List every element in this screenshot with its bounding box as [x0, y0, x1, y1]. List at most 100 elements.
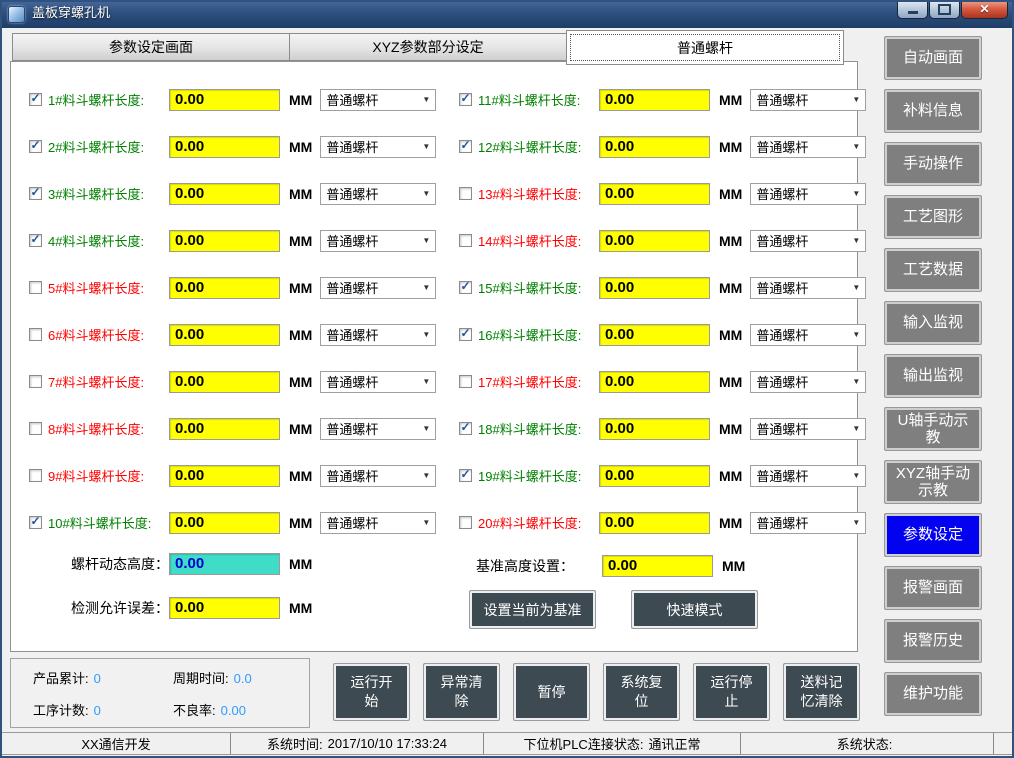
hopper-14-screw-type-select[interactable]: 普通螺杆▼	[750, 230, 866, 252]
sidebar-u-axis-manual-teach[interactable]: U轴手动示 教	[884, 407, 982, 451]
status-bar: XX通信开发 系统时间: 2017/10/10 17:33:24 下位机PLC连…	[2, 732, 1012, 755]
hopper-12-length-input[interactable]: 0.00	[599, 136, 710, 158]
screw-type-value: 普通螺杆	[751, 90, 808, 109]
abnormal-clear-button[interactable]: 异常清 除	[423, 663, 500, 721]
hopper-11-checkbox[interactable]: ✓	[459, 93, 472, 106]
hopper-19-length-input[interactable]: 0.00	[599, 465, 710, 487]
hopper-8-checkbox[interactable]	[29, 422, 42, 435]
hopper-19-checkbox[interactable]: ✓	[459, 469, 472, 482]
hopper-10-checkbox[interactable]: ✓	[29, 516, 42, 529]
tab-label: 参数设定画面	[109, 37, 193, 57]
hopper-5-screw-type-select[interactable]: 普通螺杆▼	[320, 277, 436, 299]
close-button[interactable]: ✕	[961, 0, 1008, 19]
sidebar-refill-info[interactable]: 补料信息	[884, 89, 982, 133]
feed-memory-clear-button[interactable]: 送料记 忆清除	[783, 663, 860, 721]
hopper-16-checkbox[interactable]: ✓	[459, 328, 472, 341]
sidebar-input-monitor[interactable]: 输入监视	[884, 301, 982, 345]
hopper-6-length-input[interactable]: 0.00	[169, 324, 280, 346]
hopper-1-checkbox[interactable]: ✓	[29, 93, 42, 106]
hopper-10-length-input[interactable]: 0.00	[169, 512, 280, 534]
hopper-9-screw-type-select[interactable]: 普通螺杆▼	[320, 465, 436, 487]
base-height-input[interactable]: 0.00	[602, 555, 713, 577]
hopper-13-length-input[interactable]: 0.00	[599, 183, 710, 205]
sidebar-xyz-axis-manual-teach[interactable]: XYZ轴手动 示教	[884, 460, 982, 504]
hopper-5-checkbox[interactable]	[29, 281, 42, 294]
hopper-17-screw-type-select[interactable]: 普通螺杆▼	[750, 371, 866, 393]
hopper-12-screw-type-select[interactable]: 普通螺杆▼	[750, 136, 866, 158]
hopper-8-screw-type-select[interactable]: 普通螺杆▼	[320, 418, 436, 440]
run-start-button[interactable]: 运行开 始	[333, 663, 410, 721]
hopper-1-length-input[interactable]: 0.00	[169, 89, 280, 111]
parameter-panel: ✓1#料斗螺杆长度:0.00MM普通螺杆▼✓2#料斗螺杆长度:0.00MM普通螺…	[10, 61, 858, 652]
hopper-2-length-input[interactable]: 0.00	[169, 136, 280, 158]
minimize-button[interactable]	[897, 0, 928, 19]
hopper-15-screw-type-select[interactable]: 普通螺杆▼	[750, 277, 866, 299]
hopper-10-screw-type-select[interactable]: 普通螺杆▼	[320, 512, 436, 534]
hopper-20-checkbox[interactable]	[459, 516, 472, 529]
hopper-17-length-input[interactable]: 0.00	[599, 371, 710, 393]
hopper-16-length-input[interactable]: 0.00	[599, 324, 710, 346]
hopper-7-length-input[interactable]: 0.00	[169, 371, 280, 393]
hopper-2-screw-type-select[interactable]: 普通螺杆▼	[320, 136, 436, 158]
sidebar-auto-screen[interactable]: 自动画面	[884, 36, 982, 80]
hopper-20-length-input[interactable]: 0.00	[599, 512, 710, 534]
vendor-text: XX通信开发	[81, 734, 150, 753]
sidebar-alarm-history[interactable]: 报警历史	[884, 619, 982, 663]
unit-label: MM	[289, 515, 312, 531]
run-stop-button[interactable]: 运行停 止	[693, 663, 770, 721]
sidebar-process-data[interactable]: 工艺数据	[884, 248, 982, 292]
hopper-6-checkbox[interactable]	[29, 328, 42, 341]
fast-mode-button[interactable]: 快速模式	[631, 590, 758, 629]
sidebar-process-graphics[interactable]: 工艺图形	[884, 195, 982, 239]
screw-type-value: 普通螺杆	[321, 419, 378, 438]
hopper-12-checkbox[interactable]: ✓	[459, 140, 472, 153]
tab-xyz-parameter-setting[interactable]: XYZ参数部分设定	[289, 33, 566, 61]
sidebar-output-monitor[interactable]: 输出监视	[884, 354, 982, 398]
sidebar-alarm-screen[interactable]: 报警画面	[884, 566, 982, 610]
sidebar-parameter-setting[interactable]: 参数设定	[884, 513, 982, 557]
hopper-11-label: 11#料斗螺杆长度:	[478, 90, 596, 109]
check-icon: ✓	[30, 516, 40, 527]
hopper-9-checkbox[interactable]	[29, 469, 42, 482]
sidebar-manual-operation[interactable]: 手动操作	[884, 142, 982, 186]
set-current-as-base-button[interactable]: 设置当前为基准	[469, 590, 596, 629]
tab-parameter-setting-screen[interactable]: 参数设定画面	[12, 33, 289, 61]
hopper-8-length-input[interactable]: 0.00	[169, 418, 280, 440]
hopper-14-length-input[interactable]: 0.00	[599, 230, 710, 252]
system-reset-button[interactable]: 系统复 位	[603, 663, 680, 721]
hopper-9-length-input[interactable]: 0.00	[169, 465, 280, 487]
hopper-6-screw-type-select[interactable]: 普通螺杆▼	[320, 324, 436, 346]
hopper-16-screw-type-select[interactable]: 普通螺杆▼	[750, 324, 866, 346]
hopper-13-checkbox[interactable]	[459, 187, 472, 200]
hopper-18-screw-type-select[interactable]: 普通螺杆▼	[750, 418, 866, 440]
hopper-15-checkbox[interactable]: ✓	[459, 281, 472, 294]
hopper-14-checkbox[interactable]	[459, 234, 472, 247]
hopper-4-length-input[interactable]: 0.00	[169, 230, 280, 252]
hopper-17-checkbox[interactable]	[459, 375, 472, 388]
hopper-4-checkbox[interactable]: ✓	[29, 234, 42, 247]
tab-normal-screw[interactable]: 普通螺杆	[566, 30, 844, 65]
hopper-2-checkbox[interactable]: ✓	[29, 140, 42, 153]
hopper-18-length-input[interactable]: 0.00	[599, 418, 710, 440]
hopper-4-screw-type-select[interactable]: 普通螺杆▼	[320, 230, 436, 252]
hopper-3-screw-type-select[interactable]: 普通螺杆▼	[320, 183, 436, 205]
hopper-20-screw-type-select[interactable]: 普通螺杆▼	[750, 512, 866, 534]
pause-button[interactable]: 暂停	[513, 663, 590, 721]
tolerance-input[interactable]: 0.00	[169, 597, 280, 619]
hopper-3-checkbox[interactable]: ✓	[29, 187, 42, 200]
hopper-11-screw-type-select[interactable]: 普通螺杆▼	[750, 89, 866, 111]
hopper-11-length-input[interactable]: 0.00	[599, 89, 710, 111]
chevron-down-icon: ▼	[422, 142, 435, 151]
maximize-button[interactable]	[929, 0, 960, 19]
hopper-7-screw-type-select[interactable]: 普通螺杆▼	[320, 371, 436, 393]
window-title: 盖板穿螺孔机	[32, 0, 110, 28]
hopper-18-checkbox[interactable]: ✓	[459, 422, 472, 435]
hopper-1-screw-type-select[interactable]: 普通螺杆▼	[320, 89, 436, 111]
hopper-7-checkbox[interactable]	[29, 375, 42, 388]
hopper-5-length-input[interactable]: 0.00	[169, 277, 280, 299]
hopper-19-screw-type-select[interactable]: 普通螺杆▼	[750, 465, 866, 487]
hopper-15-length-input[interactable]: 0.00	[599, 277, 710, 299]
hopper-3-length-input[interactable]: 0.00	[169, 183, 280, 205]
sidebar-maintenance[interactable]: 维护功能	[884, 672, 982, 716]
hopper-13-screw-type-select[interactable]: 普通螺杆▼	[750, 183, 866, 205]
